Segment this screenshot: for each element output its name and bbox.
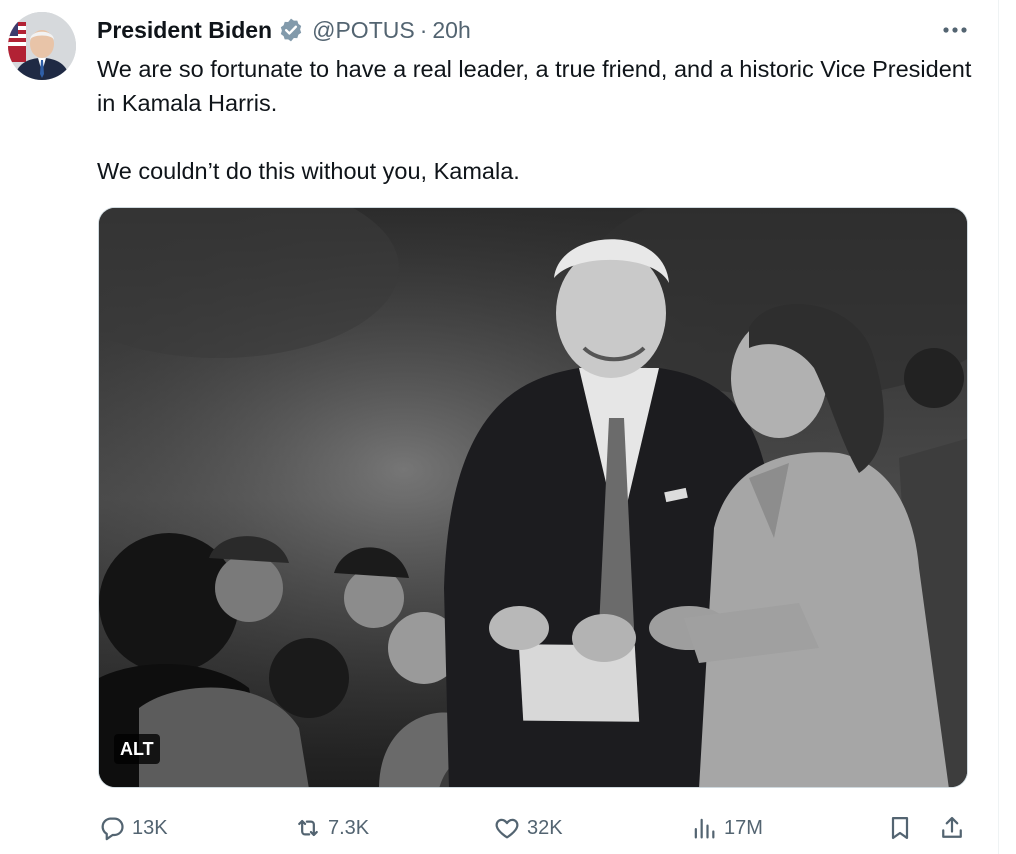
like-count: 32K	[527, 816, 563, 839]
repost-count: 7.3K	[328, 816, 370, 839]
photo-image	[99, 208, 967, 787]
tweet-photo[interactable]	[98, 207, 968, 788]
reply-count: 13K	[132, 816, 168, 839]
author-handle[interactable]: @POTUS	[312, 17, 415, 44]
more-icon	[943, 27, 967, 33]
reply-icon	[101, 817, 124, 841]
avatar[interactable]	[8, 12, 76, 80]
timeline-border	[998, 0, 999, 854]
views-icon	[694, 818, 715, 839]
tweet-header: President Biden @POTUS · 20h	[97, 14, 471, 46]
like-button[interactable]: 32K	[493, 808, 563, 848]
repost-icon	[298, 819, 318, 837]
header-separator: ·	[419, 16, 428, 43]
like-icon	[495, 818, 519, 839]
author-name[interactable]: President Biden	[97, 17, 272, 44]
tweet-paragraph: We couldn’t do this without you, Kamala.	[97, 158, 520, 184]
reply-button[interactable]: 13K	[98, 808, 168, 848]
verified-badge-icon	[280, 18, 302, 42]
tweet-text: We are so fortunate to have a real leade…	[97, 52, 987, 188]
share-button[interactable]	[938, 808, 972, 848]
tweet-timestamp[interactable]: 20h	[432, 17, 470, 44]
views-count: 17M	[724, 816, 763, 839]
tweet-paragraph: We are so fortunate to have a real leade…	[97, 56, 972, 116]
more-options-button[interactable]	[940, 16, 970, 44]
alt-text-badge[interactable]: ALT	[114, 734, 160, 764]
bookmark-button[interactable]	[886, 808, 920, 848]
bookmark-icon	[891, 816, 909, 840]
tweet-actions: 13K 7.3K 32K 17M	[0, 808, 1016, 848]
views-button[interactable]: 17M	[690, 808, 763, 848]
share-icon	[942, 816, 962, 838]
repost-button[interactable]: 7.3K	[294, 808, 369, 848]
